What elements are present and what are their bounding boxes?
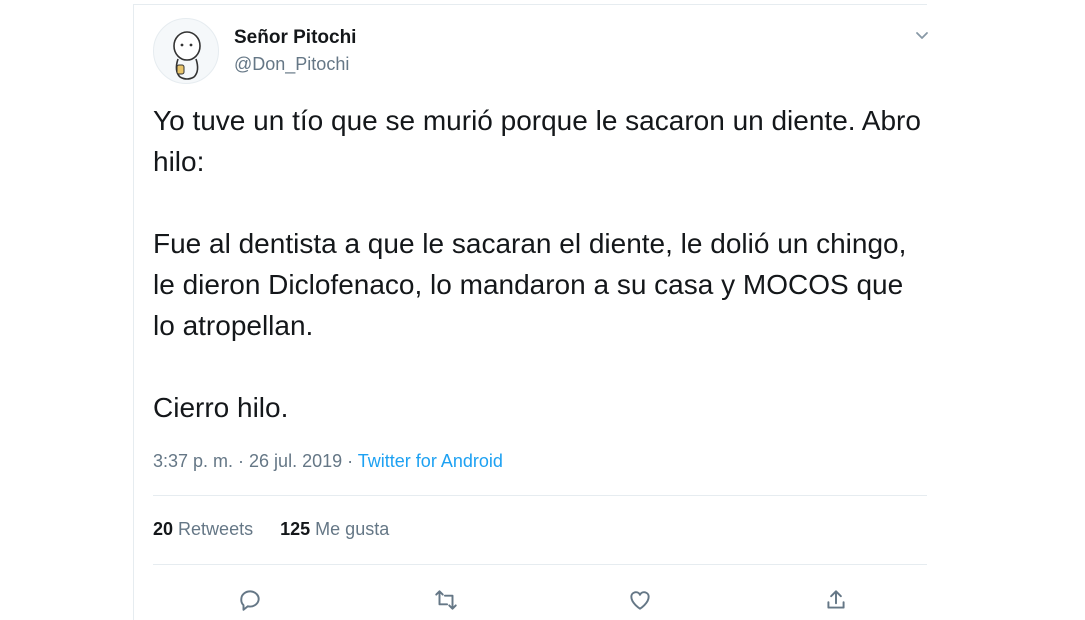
meta-separator: · — [342, 451, 358, 471]
avatar-figure-icon — [173, 31, 201, 80]
chevron-down-icon[interactable] — [912, 26, 932, 44]
author-name[interactable]: Señor Pitochi — [234, 27, 356, 49]
retweets-label: Retweets — [178, 519, 254, 539]
timestamp[interactable]: 3:37 p. m. · 26 jul. 2019 — [153, 451, 342, 471]
reply-button[interactable] — [234, 584, 266, 616]
likes-stat[interactable]: 125 Me gusta — [280, 519, 389, 539]
heart-icon — [630, 591, 650, 610]
tweet-paragraph: Yo tuve un tío que se murió porque le sa… — [153, 105, 921, 177]
retweet-icon — [435, 590, 457, 610]
share-button[interactable] — [820, 584, 852, 616]
tweet-paragraph: Fue al dentista a que le sacaran el dien… — [153, 228, 907, 341]
tweet-paragraph: Cierro hilo. — [153, 392, 289, 423]
author-handle[interactable]: @Don_Pitochi — [234, 54, 349, 75]
likes-label: Me gusta — [315, 519, 390, 539]
source-link[interactable]: Twitter for Android — [358, 451, 503, 471]
tweet-meta: 3:37 p. m. · 26 jul. 2019 · Twitter for … — [153, 451, 503, 472]
likes-count: 125 — [280, 519, 311, 539]
retweet-button[interactable] — [430, 584, 462, 616]
engagement-stats: 20 Retweets 125 Me gusta — [153, 519, 411, 540]
retweets-stat[interactable]: 20 Retweets — [153, 519, 253, 539]
divider — [153, 564, 927, 565]
avatar[interactable] — [153, 18, 219, 84]
tweet-text: Yo tuve un tío que se murió porque le sa… — [153, 100, 923, 428]
reply-icon — [240, 590, 260, 611]
like-button[interactable] — [624, 584, 656, 616]
retweets-count: 20 — [153, 519, 174, 539]
divider — [153, 495, 927, 496]
share-icon — [827, 590, 845, 609]
